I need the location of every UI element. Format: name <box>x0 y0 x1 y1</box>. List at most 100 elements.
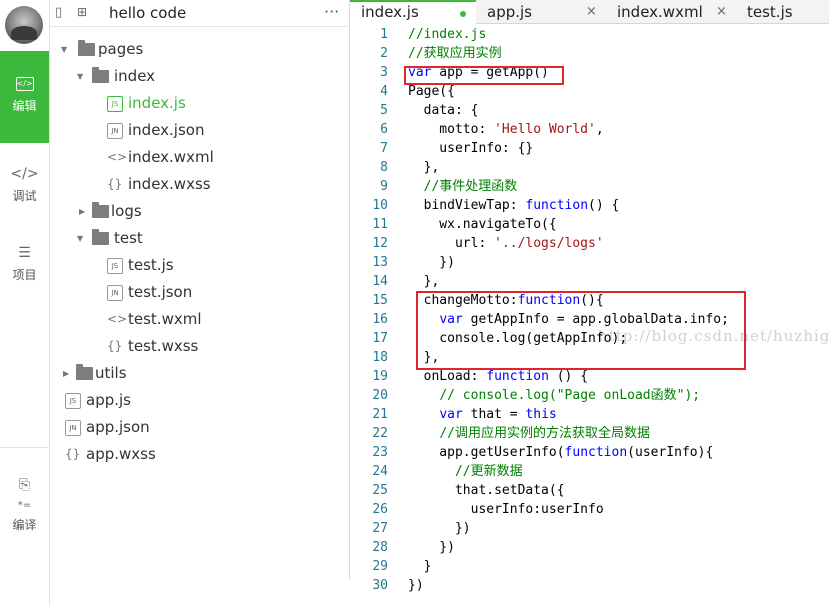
tree-folder-test[interactable]: ▼ test <box>50 225 350 252</box>
code-line[interactable]: 7 userInfo: {} <box>350 139 829 158</box>
code-text[interactable]: that.setData({ <box>408 481 565 500</box>
code-text[interactable]: }) <box>408 538 455 557</box>
code-line[interactable]: 21 var that = this <box>350 405 829 424</box>
code-line[interactable]: 13 }) <box>350 253 829 272</box>
code-text[interactable]: }, <box>408 158 440 177</box>
tree-file-test-wxml[interactable]: <> test.wxml <box>50 306 350 333</box>
tab-test-js[interactable]: test.js <box>736 0 829 24</box>
tree-item-label: index <box>114 67 156 85</box>
code-text[interactable]: }, <box>408 272 440 291</box>
code-text[interactable]: //事件处理函数 <box>408 177 518 196</box>
code-text[interactable]: url: '../logs/logs' <box>408 234 604 253</box>
code-line[interactable]: 12 url: '../logs/logs' <box>350 234 829 253</box>
code-line[interactable]: 23 app.getUserInfo(function(userInfo){ <box>350 443 829 462</box>
tree-file-index-wxss[interactable]: {} index.wxss <box>50 171 350 198</box>
code-text[interactable]: }) <box>408 576 424 595</box>
code-line[interactable]: 11 wx.navigateTo({ <box>350 215 829 234</box>
code-text[interactable]: bindViewTap: function() { <box>408 196 620 215</box>
code-line[interactable]: 24 //更新数据 <box>350 462 829 481</box>
code-text[interactable]: app.getUserInfo(function(userInfo){ <box>408 443 713 462</box>
tree-folder-utils[interactable]: ▶ utils <box>50 360 350 387</box>
line-number: 21 <box>372 407 388 422</box>
line-number: 4 <box>380 84 388 99</box>
code-editor[interactable]: http://blog.csdn.net/huzhigenlaohu uyang… <box>350 25 829 605</box>
code-line[interactable]: 29 } <box>350 557 829 576</box>
more-icon[interactable]: ··· <box>324 2 339 21</box>
list-icon: *= <box>17 500 32 511</box>
line-number: 19 <box>372 369 388 384</box>
code-line[interactable]: 1 //index.js <box>350 25 829 44</box>
caret-right-icon: ▶ <box>63 369 70 378</box>
wxml-file-icon: <> <box>107 312 128 326</box>
tree-view-icon[interactable]: ⊞ <box>77 5 91 21</box>
code-line[interactable]: 14 }, <box>350 272 829 291</box>
line-number: 26 <box>372 502 388 517</box>
line-number: 27 <box>372 521 388 536</box>
compile-icon: ⎘ <box>18 477 31 493</box>
tab-index-js[interactable]: index.js <box>350 0 476 24</box>
code-text[interactable]: userInfo: {} <box>408 139 533 158</box>
code-line[interactable]: 30}) <box>350 576 829 595</box>
code-text[interactable]: motto: 'Hello World', <box>408 120 603 139</box>
code-line[interactable]: 10 bindViewTap: function() { <box>350 196 829 215</box>
tree-file-app-js[interactable]: JS app.js <box>50 387 350 414</box>
tree-file-test-json[interactable]: JN test.json <box>50 279 350 306</box>
close-icon[interactable]: × <box>586 0 597 24</box>
code-line[interactable]: 25 that.setData({ <box>350 481 829 500</box>
code-text[interactable]: //更新数据 <box>408 462 523 481</box>
phone-icon[interactable]: ▯ <box>55 5 69 21</box>
code-text[interactable]: } <box>408 557 432 576</box>
rail-label: 项目 <box>12 268 37 282</box>
tree-file-index-json[interactable]: JN index.json <box>50 117 350 144</box>
tree-item-label: test.js <box>128 256 174 274</box>
code-text[interactable]: var that = this <box>408 405 556 424</box>
wxss-file-icon: {} <box>107 339 123 353</box>
code-text[interactable]: wx.navigateTo({ <box>408 215 556 234</box>
tree-item-label: index.json <box>128 121 205 139</box>
tab-index-wxml[interactable]: index.wxml × <box>606 0 736 24</box>
code-text[interactable]: data: { <box>408 101 479 120</box>
tree-file-app-json[interactable]: JN app.json <box>50 414 350 441</box>
line-number: 1 <box>380 27 388 42</box>
code-line[interactable]: 28 }) <box>350 538 829 557</box>
wxss-file-icon: {} <box>107 177 123 191</box>
tree-file-index-wxml[interactable]: <> index.wxml <box>50 144 350 171</box>
json-file-icon: JN <box>107 123 123 139</box>
rail-project-button[interactable]: ☰ 项目 <box>0 222 49 314</box>
code-line[interactable]: 20 // console.log("Page onLoad函数"); <box>350 386 829 405</box>
tree-folder-pages[interactable]: ▼ pages <box>50 36 350 63</box>
code-text[interactable]: // console.log("Page onLoad函数"); <box>408 386 700 405</box>
rail-edit-button[interactable]: </> 编辑 <box>0 51 49 143</box>
close-icon[interactable]: × <box>716 0 727 24</box>
tree-file-test-js[interactable]: JS test.js <box>50 252 350 279</box>
code-line[interactable]: 8 }, <box>350 158 829 177</box>
code-brackets-icon: </> <box>10 166 39 182</box>
tree-file-index-js[interactable]: JS index.js <box>50 90 350 117</box>
code-line[interactable]: 2 //获取应用实例 <box>350 44 829 63</box>
code-text[interactable]: }) <box>408 519 471 538</box>
code-text[interactable]: //index.js <box>408 25 486 44</box>
caret-right-icon: ▶ <box>79 207 86 216</box>
rail-compile-button[interactable]: ⎘ *= 编译 <box>0 468 49 548</box>
code-line[interactable]: 27 }) <box>350 519 829 538</box>
tree-folder-logs[interactable]: ▶ logs <box>50 198 350 225</box>
tree-file-app-wxss[interactable]: {} app.wxss <box>50 441 350 468</box>
line-number: 25 <box>372 483 388 498</box>
code-line[interactable]: 26 userInfo:userInfo <box>350 500 829 519</box>
tab-app-js[interactable]: app.js × <box>476 0 606 24</box>
code-text[interactable]: userInfo:userInfo <box>408 500 604 519</box>
avatar[interactable] <box>5 6 43 44</box>
code-text[interactable]: }) <box>408 253 455 272</box>
code-text[interactable]: //调用应用实例的方法获取全局数据 <box>408 424 650 443</box>
line-number: 6 <box>380 122 388 137</box>
rail-label: 编辑 <box>12 99 37 113</box>
tree-folder-index[interactable]: ▼ index <box>50 63 350 90</box>
code-line[interactable]: 9 //事件处理函数 <box>350 177 829 196</box>
line-number: 22 <box>372 426 388 441</box>
code-text[interactable]: //获取应用实例 <box>408 44 502 63</box>
code-line[interactable]: 5 data: { <box>350 101 829 120</box>
code-line[interactable]: 6 motto: 'Hello World', <box>350 120 829 139</box>
js-file-icon: JS <box>107 96 123 112</box>
code-line[interactable]: 22 //调用应用实例的方法获取全局数据 <box>350 424 829 443</box>
tree-file-test-wxss[interactable]: {} test.wxss <box>50 333 350 360</box>
